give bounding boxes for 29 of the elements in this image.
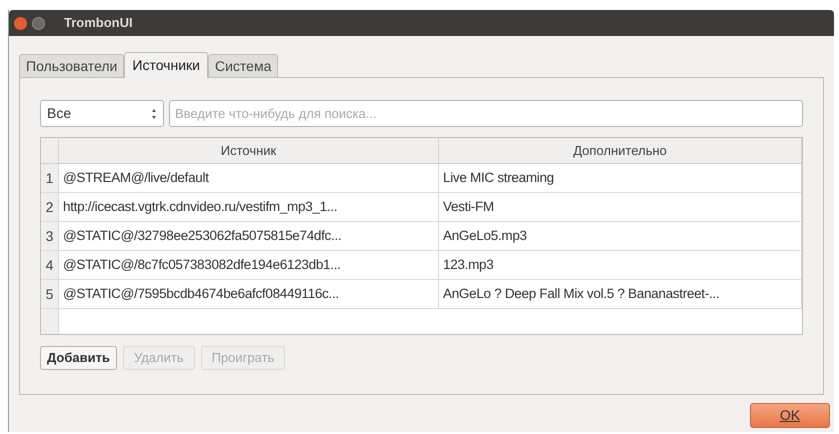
- table-cell: @STREAM@/live/default: [59, 164, 439, 192]
- tab[interactable]: Источники: [124, 52, 208, 78]
- column-header[interactable]: Дополнительно: [439, 138, 802, 163]
- table-cell: @STATIC@/32798ee253062fa5075815e74dfc...: [59, 222, 439, 250]
- tab[interactable]: Система: [208, 54, 278, 77]
- row-number: 1: [41, 164, 59, 192]
- minimize-icon[interactable]: [32, 16, 45, 30]
- table-cell: 123.mp3: [439, 251, 802, 279]
- row-number: 5: [41, 280, 59, 308]
- row-number: 3: [41, 222, 59, 250]
- table-cell: http://icecast.vgtrk.cdnvideo.ru/vestifm_mp3_1...: [59, 193, 439, 221]
- tab[interactable]: Пользователи: [19, 54, 124, 77]
- table-cell: Vesti-FM: [439, 193, 802, 221]
- filter-value: Все: [47, 104, 72, 123]
- search-field[interactable]: Введите что-нибудь для поиска...: [169, 100, 803, 127]
- ok-button[interactable]: OK: [750, 403, 830, 428]
- row-number: 4: [41, 251, 59, 279]
- table-cell: Live MIC streaming: [439, 164, 802, 192]
- action-button[interactable]: Добавить: [40, 346, 117, 370]
- close-icon[interactable]: [14, 16, 27, 30]
- table-cell: @STATIC@/7595bcdb4674be6afcf08449116c...: [59, 280, 439, 308]
- window-title: TrombonUI: [64, 14, 133, 32]
- row-number: 2: [41, 193, 59, 221]
- column-header[interactable]: Источник: [59, 138, 439, 163]
- table-cell: AnGeLo ? Deep Fall Mix vol.5 ? Bananastreet-...: [439, 280, 802, 308]
- filter-dropdown[interactable]: Все: [40, 100, 164, 127]
- spinner-arrows-icon: [151, 108, 157, 120]
- table-cell: AnGeLo5.mp3: [439, 222, 802, 250]
- table-cell: @STATIC@/8c7fc057383082dfe194e6123db1...: [59, 251, 439, 279]
